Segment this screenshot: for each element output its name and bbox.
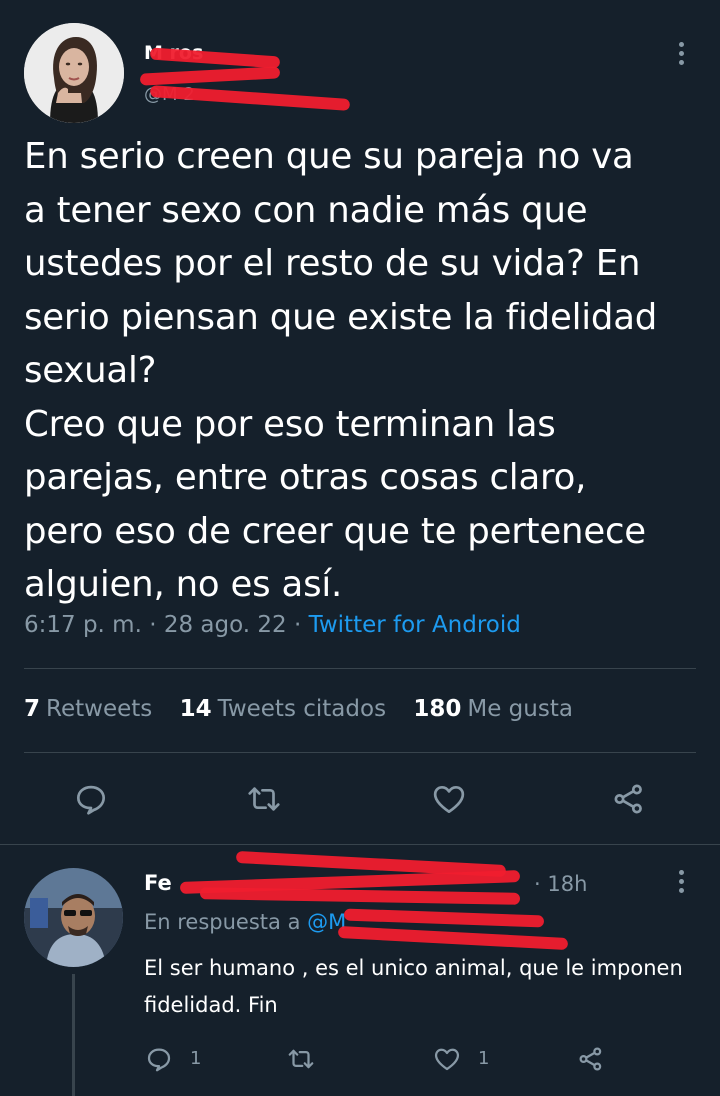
tweet-meta: 6:17 p. m. · 28 ago. 22 · Twitter for An… bbox=[24, 612, 521, 638]
redaction-scribble bbox=[149, 85, 351, 111]
retweets-stat[interactable]: 7 Retweets bbox=[24, 696, 152, 722]
share-button[interactable] bbox=[610, 780, 648, 818]
retweet-icon bbox=[248, 787, 280, 811]
divider bbox=[24, 752, 696, 753]
redaction-scribble bbox=[139, 66, 281, 86]
redaction-scribble bbox=[337, 925, 569, 951]
divider bbox=[24, 668, 696, 669]
reply-like-count: 1 bbox=[478, 1048, 490, 1069]
retweets-label: Retweets bbox=[46, 696, 153, 722]
reply-icon bbox=[76, 785, 106, 815]
likes-count: 180 bbox=[413, 696, 462, 722]
reply-retweet-button[interactable] bbox=[286, 1044, 316, 1074]
divider bbox=[0, 844, 720, 845]
quotes-label: Tweets citados bbox=[217, 696, 387, 722]
more-icon[interactable] bbox=[679, 42, 685, 69]
meta-dot: · bbox=[149, 612, 164, 638]
likes-stat[interactable]: 180 Me gusta bbox=[413, 696, 573, 722]
reply-share-button[interactable] bbox=[576, 1044, 606, 1074]
reply-like-button[interactable] bbox=[432, 1044, 462, 1074]
reply-icon bbox=[147, 1048, 171, 1072]
reply-meta: · 18h bbox=[534, 872, 587, 896]
quotes-count: 14 bbox=[179, 696, 212, 722]
reply-author-name[interactable]: Fe bbox=[144, 871, 172, 895]
like-button[interactable] bbox=[430, 780, 468, 818]
quotes-stat[interactable]: 14 Tweets citados bbox=[180, 696, 386, 722]
likes-label: Me gusta bbox=[467, 696, 573, 722]
share-icon bbox=[579, 1047, 602, 1071]
redaction-scribble bbox=[149, 47, 281, 69]
in-reply-prefix: En respuesta a bbox=[144, 910, 301, 934]
reply-reply-button[interactable] bbox=[144, 1044, 174, 1074]
tweet-text: En serio creen que su pareja no va a ten… bbox=[24, 136, 658, 605]
retweet-icon bbox=[288, 1049, 314, 1069]
retweet-button[interactable] bbox=[245, 780, 283, 818]
reply-author-avatar[interactable] bbox=[24, 868, 123, 967]
reply-button[interactable] bbox=[72, 780, 110, 818]
meta-dot: · bbox=[534, 872, 548, 896]
more-icon[interactable] bbox=[679, 870, 685, 897]
reply-author-avatar-image bbox=[24, 868, 123, 967]
share-icon bbox=[614, 784, 642, 814]
tweet-source-link[interactable]: Twitter for Android bbox=[309, 612, 521, 638]
thread-line bbox=[72, 974, 75, 1096]
like-icon bbox=[433, 785, 465, 814]
redaction-scribble bbox=[343, 908, 545, 928]
tweet-stats: 7 Retweets 14 Tweets citados 180 Me gusta bbox=[24, 696, 593, 722]
reply-reply-count: 1 bbox=[190, 1048, 202, 1069]
like-icon bbox=[434, 1048, 460, 1071]
meta-dot: · bbox=[293, 612, 309, 638]
redaction-scribble bbox=[199, 887, 521, 905]
reply-text: El ser humano , es el unico animal, que … bbox=[144, 956, 683, 1017]
retweets-count: 7 bbox=[24, 696, 41, 722]
in-reply-to: En respuesta a @M bbox=[144, 910, 346, 934]
tweet-time[interactable]: 6:17 p. m. bbox=[24, 612, 142, 638]
author-avatar[interactable] bbox=[24, 23, 124, 123]
author-avatar-image bbox=[24, 23, 124, 123]
tweet-date[interactable]: 28 ago. 22 bbox=[164, 612, 287, 638]
reply-time[interactable]: 18h bbox=[547, 872, 587, 896]
